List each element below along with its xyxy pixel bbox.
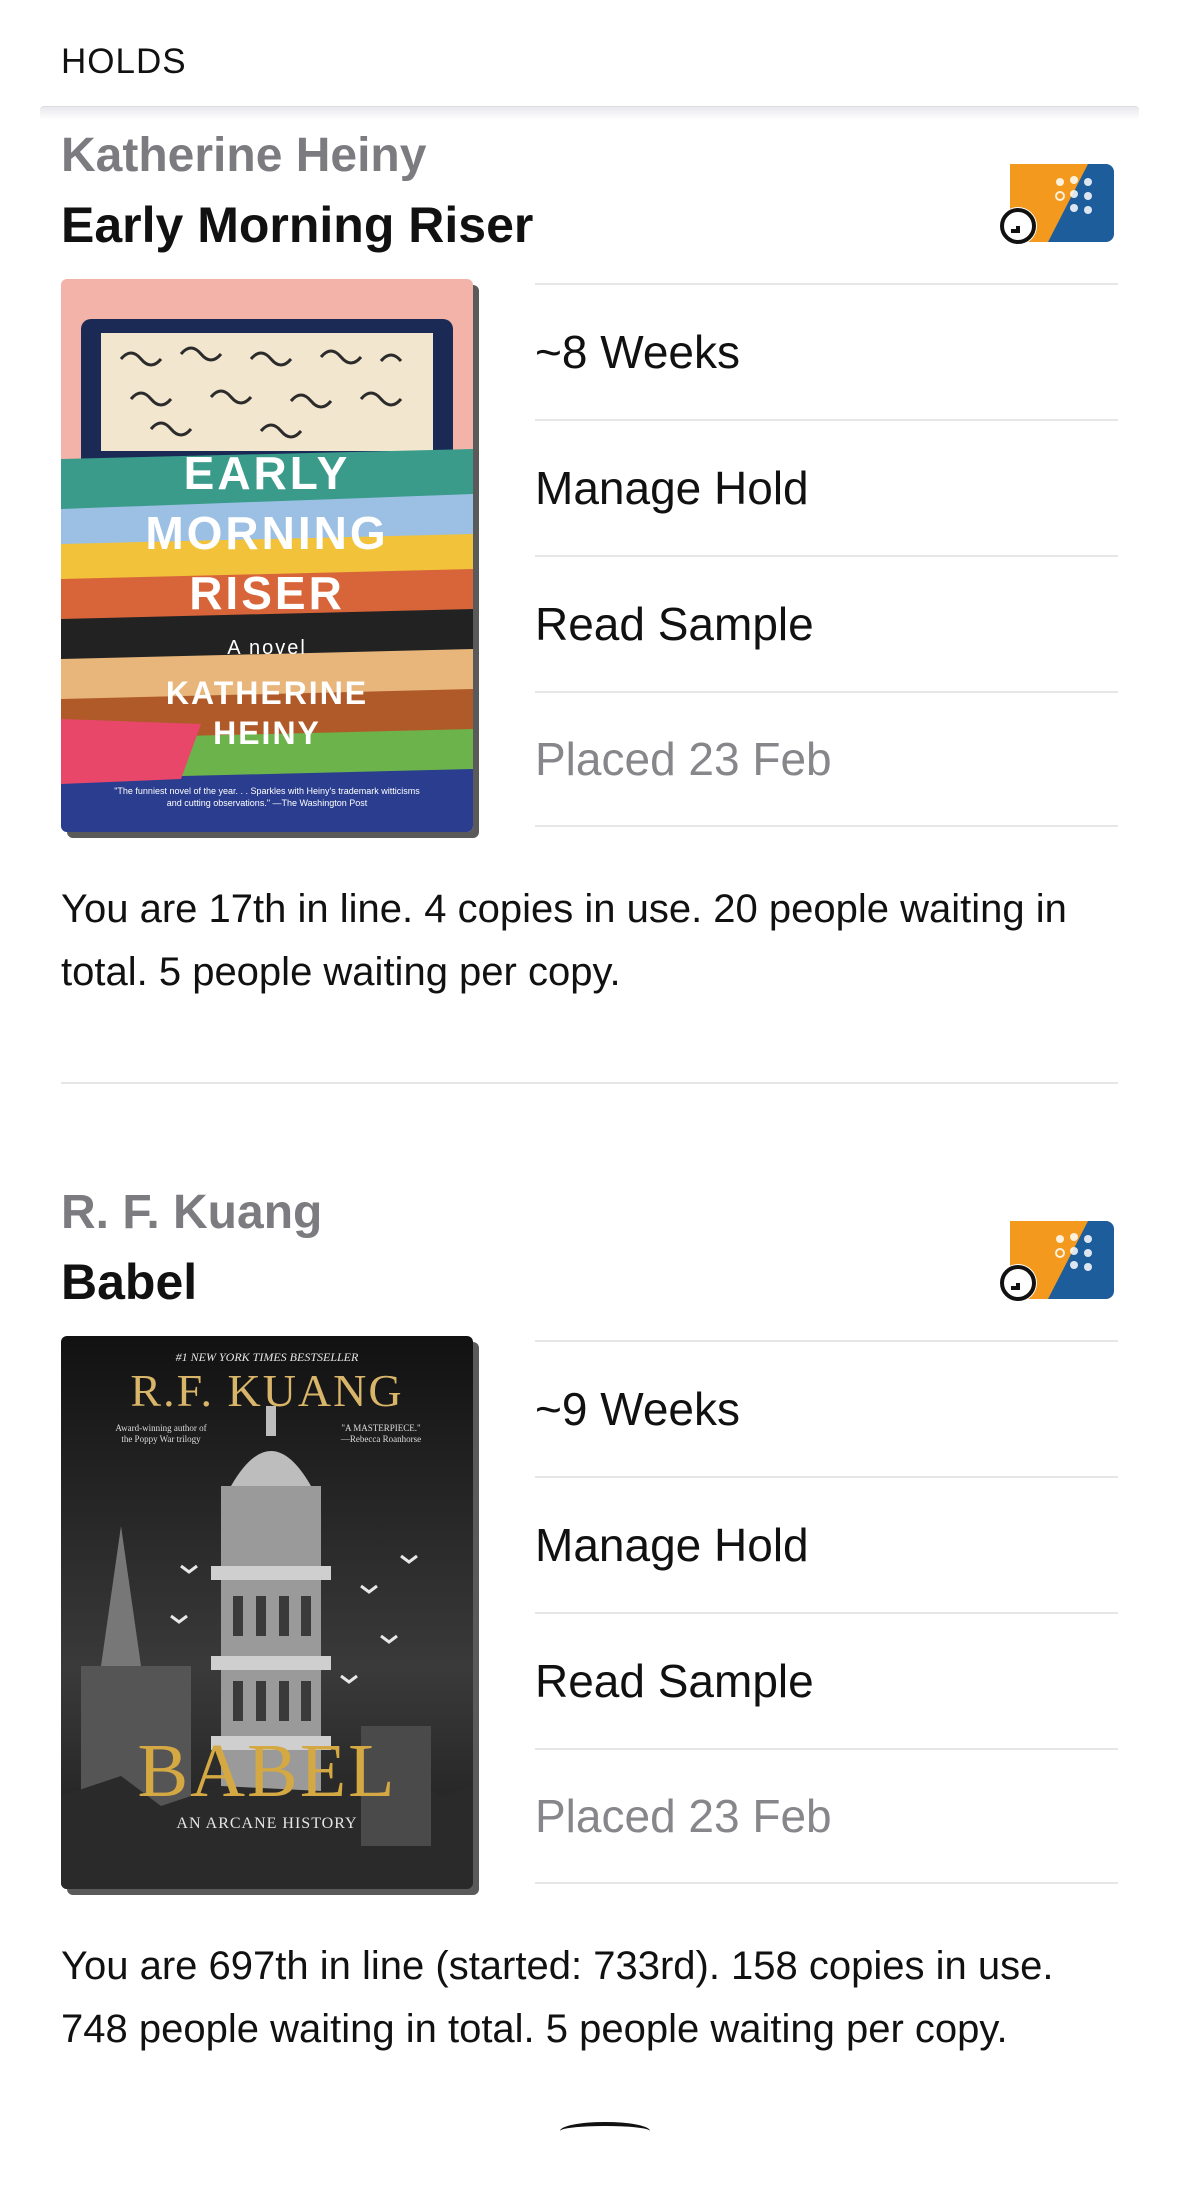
manage-hold-button[interactable]: Manage Hold <box>535 1476 1118 1612</box>
read-sample-button[interactable]: Read Sample <box>535 555 1118 691</box>
hold-actions: ~8 Weeks Manage Hold Read Sample Placed … <box>535 283 1118 827</box>
clock-icon <box>999 207 1037 245</box>
section-divider <box>61 1082 1118 1084</box>
wait-estimate[interactable]: ~8 Weeks <box>535 283 1118 419</box>
book-title[interactable]: Babel <box>61 1253 197 1311</box>
cover-blurb-line1: "The funniest novel of the year. . . Spa… <box>114 786 420 796</box>
cover-right-blurb1: "A MASTERPIECE." <box>341 1423 421 1433</box>
manage-hold-button[interactable]: Manage Hold <box>535 419 1118 555</box>
audiobook-hold-badge-icon <box>998 160 1114 246</box>
cover-right-blurb2: —Rebecca Roanhorse <box>340 1434 421 1444</box>
cover-title-line2: MORNING <box>145 507 388 559</box>
hold-status-text: You are 697th in line (started: 733rd). … <box>61 1944 1054 2051</box>
cover-author-name: R.F. KUANG <box>130 1365 403 1416</box>
cover-title-line3: RISER <box>189 567 345 619</box>
book-cover[interactable]: EARLY MORNING RISER A novel KATHERINE HE… <box>61 279 473 832</box>
header-shadow <box>40 106 1139 120</box>
cover-book-subtitle: AN ARCANE HISTORY <box>176 1815 357 1832</box>
cover-subtitle: A novel <box>227 637 307 659</box>
book-author[interactable]: Katherine Heiny <box>61 128 426 183</box>
hold-actions: ~9 Weeks Manage Hold Read Sample Placed … <box>535 1340 1118 1884</box>
cover-author-line2: HEINY <box>213 715 321 751</box>
home-indicator[interactable] <box>560 2122 650 2140</box>
clock-icon <box>999 1264 1037 1302</box>
hold-card: R. F. Kuang Babel #1 NEW YORK TIMES BEST… <box>0 1185 1179 2185</box>
cover-title-line1: EARLY <box>184 447 351 499</box>
audiobook-hold-badge-icon <box>998 1217 1114 1303</box>
cover-blurb-line2: and cutting observations." —The Washingt… <box>167 798 368 808</box>
page-title: HOLDS <box>61 42 187 81</box>
cover-author-line1: KATHERINE <box>166 675 368 711</box>
cover-left-blurb2: the Poppy War trilogy <box>121 1434 201 1444</box>
placed-date: Placed 23 Feb <box>535 1748 1118 1884</box>
placed-date: Placed 23 Feb <box>535 691 1118 827</box>
read-sample-button[interactable]: Read Sample <box>535 1612 1118 1748</box>
cover-bestseller: #1 NEW YORK TIMES BESTSELLER <box>176 1350 359 1364</box>
book-title[interactable]: Early Morning Riser <box>61 196 533 254</box>
book-cover[interactable]: #1 NEW YORK TIMES BESTSELLER R.F. KUANG … <box>61 1336 473 1889</box>
wait-estimate[interactable]: ~9 Weeks <box>535 1340 1118 1476</box>
hold-status-text: You are 17th in line. 4 copies in use. 2… <box>61 887 1067 994</box>
cover-left-blurb1: Award-winning author of <box>115 1423 206 1433</box>
cover-book-title: BABEL <box>137 1729 396 1813</box>
book-author[interactable]: R. F. Kuang <box>61 1185 322 1240</box>
holds-header: HOLDS <box>0 0 1179 120</box>
hold-card: Katherine Heiny Early Morning Riser EARL… <box>0 128 1179 1128</box>
